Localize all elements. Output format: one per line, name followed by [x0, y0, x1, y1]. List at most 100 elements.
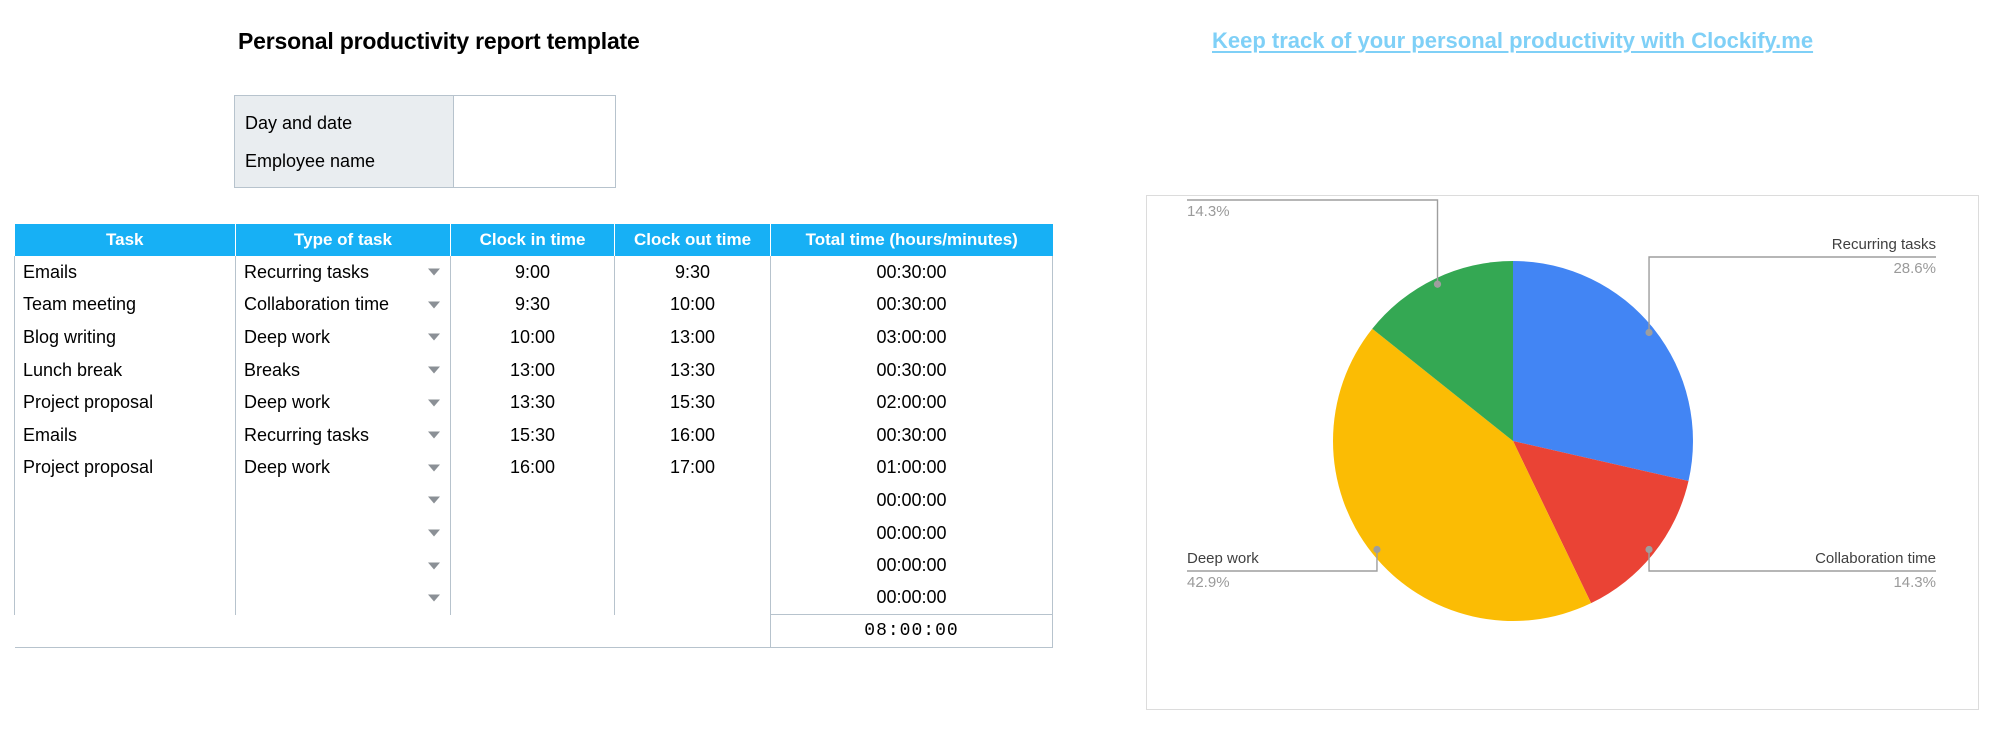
cell-total-time: 00:30:00 — [770, 353, 1053, 387]
grand-total-value: 08:00:00 — [770, 614, 1053, 648]
cell-type-of-task[interactable] — [235, 484, 451, 517]
employee-info-value-cell[interactable] — [454, 96, 615, 187]
clockify-promo-link[interactable]: Keep track of your personal productivity… — [1212, 28, 1813, 54]
grand-total-spacer — [614, 614, 771, 648]
employee-info-labels: Day and date Employee name — [235, 96, 454, 187]
cell-type-label: Recurring tasks — [244, 424, 370, 445]
cell-task[interactable]: Emails — [14, 256, 236, 289]
cell-clock-out-time[interactable]: 17:00 — [614, 451, 771, 485]
callout-category-label: Deep work — [1187, 550, 1259, 567]
cell-type-of-task[interactable]: Deep work — [235, 321, 451, 354]
cell-type-of-task[interactable]: Deep work — [235, 451, 451, 485]
label-employee-name: Employee name — [245, 150, 376, 171]
cell-task[interactable] — [14, 581, 236, 615]
cell-clock-out-time[interactable]: 9:30 — [614, 256, 771, 289]
cell-type-of-task[interactable] — [235, 516, 451, 550]
chevron-down-icon[interactable] — [428, 399, 440, 407]
cell-clock-out-time[interactable] — [614, 549, 771, 582]
cell-clock-in-time[interactable] — [450, 484, 615, 517]
cell-type-label: Deep work — [244, 326, 331, 347]
chevron-down-icon[interactable] — [428, 366, 440, 374]
chevron-down-icon[interactable] — [428, 333, 440, 341]
cell-clock-out-time[interactable]: 13:00 — [614, 321, 771, 354]
cell-type-of-task[interactable] — [235, 581, 451, 615]
cell-clock-in-time[interactable]: 13:00 — [450, 353, 615, 387]
chevron-down-icon[interactable] — [428, 464, 440, 472]
table-header-row: Task Type of task Clock in time Clock ou… — [14, 224, 1053, 256]
cell-clock-in-time[interactable] — [450, 549, 615, 582]
employee-info-box: Day and date Employee name — [234, 95, 616, 188]
table-row: 00:00:00 — [14, 484, 1053, 517]
cell-type-label: Deep work — [244, 392, 331, 413]
column-header-type-of-task[interactable]: Type of task — [235, 224, 451, 256]
cell-clock-out-time[interactable]: 10:00 — [614, 288, 771, 322]
chevron-down-icon[interactable] — [428, 301, 440, 309]
cell-task[interactable] — [14, 484, 236, 517]
cell-task[interactable] — [14, 549, 236, 582]
chevron-down-icon[interactable] — [428, 562, 440, 570]
cell-task[interactable]: Blog writing — [14, 321, 236, 354]
cell-task[interactable]: Project proposal — [14, 386, 236, 419]
cell-total-time: 03:00:00 — [770, 321, 1053, 354]
callout-percent-label: 28.6% — [1893, 260, 1936, 277]
cell-task[interactable]: Team meeting — [14, 288, 236, 322]
cell-task[interactable] — [14, 516, 236, 550]
cell-type-of-task[interactable]: Deep work — [235, 386, 451, 419]
cell-clock-in-time[interactable]: 10:00 — [450, 321, 615, 354]
cell-clock-in-time[interactable]: 9:00 — [450, 256, 615, 289]
cell-total-time: 00:30:00 — [770, 288, 1053, 322]
table-row: Lunch break Breaks 13:00 13:30 00:30:00 — [14, 353, 1053, 387]
cell-clock-in-time[interactable] — [450, 516, 615, 550]
cell-clock-in-time[interactable]: 13:30 — [450, 386, 615, 419]
cell-clock-in-time[interactable]: 16:00 — [450, 451, 615, 485]
cell-clock-in-time[interactable] — [450, 581, 615, 615]
pie-callout-collaboration-time: Collaboration time 14.3% — [1645, 545, 1936, 591]
column-header-clock-in[interactable]: Clock in time — [450, 224, 615, 256]
cell-clock-out-time[interactable]: 13:30 — [614, 353, 771, 387]
cell-clock-in-time[interactable]: 15:30 — [450, 418, 615, 452]
spreadsheet-page: Personal productivity report template Ke… — [0, 0, 1999, 744]
callout-dot — [1433, 280, 1442, 288]
grand-total-spacer — [14, 614, 236, 648]
callout-dot — [1645, 328, 1653, 337]
table-row: Blog writing Deep work 10:00 13:00 03:00:00 — [14, 321, 1053, 354]
cell-total-time: 00:00:00 — [770, 581, 1053, 615]
cell-type-of-task[interactable]: Collaboration time — [235, 288, 451, 322]
cell-clock-out-time[interactable] — [614, 581, 771, 615]
chevron-down-icon[interactable] — [428, 594, 440, 602]
column-header-clock-out[interactable]: Clock out time — [614, 224, 771, 256]
timesheet-table-wrapper: Task Type of task Clock in time Clock ou… — [14, 224, 1053, 648]
cell-clock-out-time[interactable]: 16:00 — [614, 418, 771, 452]
callout-dot — [1373, 545, 1381, 554]
cell-type-of-task[interactable]: Recurring tasks — [235, 256, 451, 289]
column-header-task[interactable]: Task — [14, 224, 236, 256]
chevron-down-icon[interactable] — [428, 529, 440, 537]
table-row: 00:00:00 — [14, 516, 1053, 550]
cell-clock-out-time[interactable] — [614, 516, 771, 550]
cell-type-of-task[interactable]: Recurring tasks — [235, 418, 451, 452]
table-row: 00:00:00 — [14, 549, 1053, 582]
grand-total-row: 08:00:00 — [14, 614, 1053, 648]
cell-type-of-task[interactable]: Breaks — [235, 353, 451, 387]
cell-task[interactable]: Emails — [14, 418, 236, 452]
table-row: Emails Recurring tasks 15:30 16:00 00:30:00 — [14, 418, 1053, 452]
timesheet-table: Task Type of task Clock in time Clock ou… — [14, 224, 1053, 648]
cell-clock-in-time[interactable]: 9:30 — [450, 288, 615, 322]
pie-slices — [1333, 261, 1693, 621]
cell-clock-out-time[interactable]: 15:30 — [614, 386, 771, 419]
cell-total-time: 00:00:00 — [770, 549, 1053, 582]
chevron-down-icon[interactable] — [428, 268, 440, 276]
cell-task[interactable]: Project proposal — [14, 451, 236, 485]
table-body: Emails Recurring tasks 9:00 9:30 00:30:00 Tea… — [14, 256, 1053, 648]
column-header-total-time[interactable]: Total time (hours/minutes) — [770, 224, 1053, 256]
cell-type-of-task[interactable] — [235, 549, 451, 582]
callout-dot — [1645, 545, 1653, 554]
page-title: Personal productivity report template — [238, 28, 640, 54]
chevron-down-icon[interactable] — [428, 431, 440, 439]
cell-total-time: 00:00:00 — [770, 484, 1053, 517]
cell-clock-out-time[interactable] — [614, 484, 771, 517]
chevron-down-icon[interactable] — [428, 496, 440, 504]
cell-task[interactable]: Lunch break — [14, 353, 236, 387]
cell-type-label: Deep work — [244, 457, 331, 478]
cell-total-time: 00:30:00 — [770, 418, 1053, 452]
